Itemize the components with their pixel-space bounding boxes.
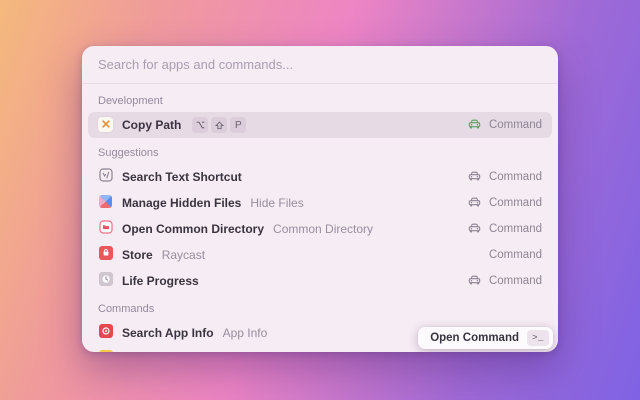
- text-shortcut-icon: [98, 167, 113, 187]
- list-item[interactable]: Search Text Shortcut Command: [88, 164, 552, 190]
- item-title: Open Common Directory: [122, 222, 265, 236]
- item-subtitle: Hide Files: [250, 196, 304, 210]
- row-accessory: Command: [489, 249, 542, 261]
- open-command-tooltip[interactable]: Open Command >_: [418, 327, 553, 349]
- terminal-icon: >_: [527, 330, 549, 346]
- item-title: Search App Info: [122, 326, 214, 340]
- command-type-label: Command: [488, 249, 542, 261]
- hidden-files-icon: [98, 194, 113, 213]
- command-type-label: Command: [488, 171, 542, 183]
- store-icon: [98, 245, 113, 265]
- launcher-window: Development Copy Path P Command Suggestions S…: [82, 46, 558, 352]
- common-directory-icon: [98, 219, 113, 239]
- section-label: Commands: [98, 303, 155, 315]
- car-icon: [467, 194, 482, 212]
- item-subtitle: Raycast: [161, 248, 206, 262]
- search-bar[interactable]: [82, 46, 558, 84]
- row-accessory: Command: [467, 194, 542, 212]
- life-progress-icon: [98, 271, 113, 291]
- list-item[interactable]: Life Progress Command: [88, 268, 552, 294]
- item-title: Copy Path: [122, 118, 182, 132]
- shortcut-keys: P: [192, 117, 247, 133]
- row-accessory: Command: [467, 220, 542, 238]
- car-icon: [467, 168, 482, 186]
- car-icon: [467, 220, 482, 238]
- list-item[interactable]: Store Raycast Command: [88, 242, 552, 268]
- section-label: Suggestions: [98, 147, 159, 159]
- item-subtitle: App Info: [222, 326, 268, 340]
- item-title: Manage Hidden Files: [122, 196, 242, 210]
- row-accessory: Command: [467, 168, 542, 186]
- new-note-icon: [98, 349, 113, 352]
- item-title: Life Progress: [122, 274, 199, 288]
- row-accessory: Command: [467, 116, 542, 134]
- search-input[interactable]: [98, 57, 542, 72]
- list-item[interactable]: Manage Hidden Files Hide Files Command: [88, 190, 552, 216]
- section-label: Development: [98, 95, 163, 107]
- results-list: Development Copy Path P Command Suggestions S…: [82, 84, 558, 352]
- shortcut-key: P: [230, 117, 247, 133]
- copy-path-icon: [98, 116, 113, 134]
- list-item[interactable]: Open Common Directory Common Directory Com…: [88, 216, 552, 242]
- command-type-label: Command: [488, 119, 542, 131]
- car-icon: [467, 272, 482, 290]
- shift-key-icon: [211, 117, 228, 133]
- item-subtitle: Common Directory: [273, 222, 374, 236]
- app-info-icon: [98, 323, 113, 343]
- tooltip-label: Open Command: [430, 332, 519, 344]
- row-accessory: Command: [467, 272, 542, 290]
- item-title: Search Text Shortcut: [122, 170, 242, 184]
- command-type-label: Command: [488, 275, 542, 287]
- item-title: Store: [122, 248, 153, 262]
- command-type-label: Command: [488, 197, 542, 209]
- command-type-label: Command: [488, 223, 542, 235]
- car-icon-green: [467, 116, 482, 134]
- list-item[interactable]: Copy Path P Command: [88, 112, 552, 138]
- option-key-icon: [192, 117, 209, 133]
